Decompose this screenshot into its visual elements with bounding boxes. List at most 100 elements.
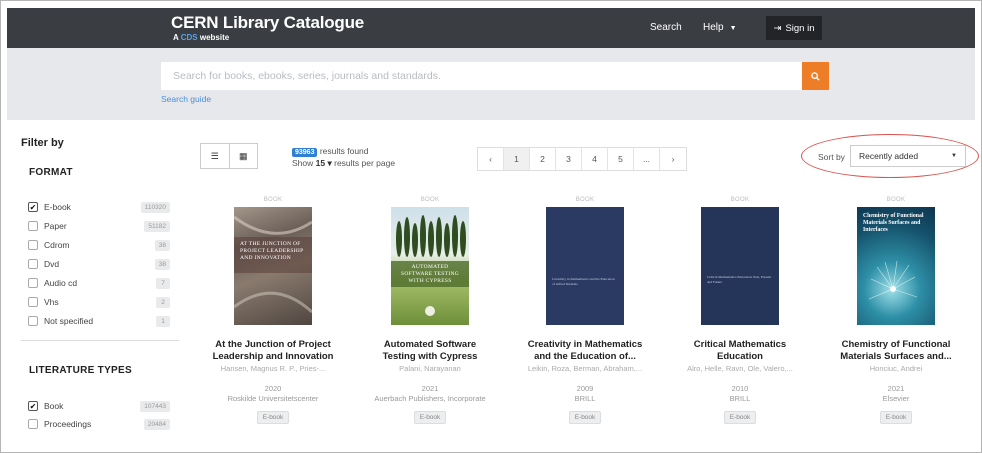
- format-badge: E-book: [723, 411, 757, 424]
- checkbox[interactable]: [28, 278, 38, 288]
- title-line: and the Education of...: [534, 351, 636, 362]
- book-publisher: BRILL: [574, 394, 596, 403]
- site-subtitle: A CDS website: [173, 33, 229, 42]
- book-publisher: Roskilde Universitetscenter: [227, 394, 319, 403]
- book-year: 2021: [421, 384, 439, 393]
- book-year: 2009: [576, 384, 594, 393]
- checkbox-checked[interactable]: ✔: [28, 202, 38, 212]
- book-year: 2020: [264, 384, 282, 393]
- book-kind: BOOK: [420, 197, 440, 203]
- book-card[interactable]: BOOK Creativity in Mathematics and the E…: [512, 197, 658, 424]
- sign-in-label: Sign in: [785, 22, 815, 34]
- book-title[interactable]: Chemistry of Functional Materials Surface…: [823, 339, 969, 363]
- checkbox[interactable]: [28, 316, 38, 326]
- facet-count: 1: [156, 315, 170, 327]
- page-5-button[interactable]: 5: [608, 148, 634, 170]
- page-3-button[interactable]: 3: [556, 148, 582, 170]
- title-line: Chemistry of Functional: [841, 339, 951, 350]
- cds-link[interactable]: CDS: [181, 33, 198, 42]
- title-line: At the Junction of Project: [215, 339, 331, 350]
- annotation-highlight-ring: [801, 134, 979, 178]
- facet-format-ebook[interactable]: ✔ E-book 110320: [28, 200, 170, 214]
- book-cover[interactable]: Critical Mathematics Education: Past, Pr…: [701, 207, 779, 325]
- book-authors: Hansen, Magnus R. P., Pries-...: [220, 364, 326, 373]
- facet-label: Proceedings: [44, 419, 92, 429]
- checkbox[interactable]: [28, 221, 38, 231]
- facet-label: Cdrom: [44, 240, 70, 250]
- book-title[interactable]: Creativity in Mathematics and the Educati…: [512, 339, 658, 363]
- page-1-button[interactable]: 1: [504, 148, 530, 170]
- results-per-page-line: Show 15 ▾ results per page: [292, 158, 395, 169]
- checkbox-checked[interactable]: ✔: [28, 401, 38, 411]
- facet-format-dvd[interactable]: Dvd 38: [28, 257, 170, 271]
- facet-label: Paper: [44, 221, 67, 231]
- book-kind: BOOK: [730, 197, 750, 203]
- grid-view-icon[interactable]: ▦: [228, 144, 258, 168]
- facet-count: 38: [154, 239, 170, 251]
- facet-count: 107443: [140, 400, 170, 412]
- facet-format-paper[interactable]: Paper 51182: [28, 219, 170, 233]
- page-2-button[interactable]: 2: [530, 148, 556, 170]
- facet-format-cdrom[interactable]: Cdrom 38: [28, 238, 170, 252]
- book-authors: Alro, Helle, Ravn, Ole, Valero,...: [687, 364, 793, 373]
- show-label: Show: [292, 158, 314, 168]
- page-ellipsis: ...: [634, 148, 660, 170]
- search-input[interactable]: Search for books, ebooks, series, journa…: [161, 62, 802, 90]
- book-year: 2010: [731, 384, 749, 393]
- nav-help-menu[interactable]: Help ▼: [703, 22, 737, 33]
- book-card[interactable]: BOOK AT THE JUNCTION OF PROJECT LEADERSH…: [200, 197, 346, 424]
- sign-in-button[interactable]: ⇥ Sign in: [766, 16, 822, 40]
- book-cover[interactable]: AT THE JUNCTION OF PROJECT LEADERSHIP AN…: [234, 207, 312, 325]
- book-cover[interactable]: AUTOMATED SOFTWARE TESTING WITH CYPRESS: [391, 207, 469, 325]
- per-page-value: 15: [315, 158, 326, 168]
- book-cover[interactable]: Chemistry of Functional Materials Surfac…: [857, 207, 935, 325]
- search-button[interactable]: [802, 62, 829, 90]
- facet-format-not-specified[interactable]: Not specified 1: [28, 314, 170, 328]
- title-line: Testing with Cypress: [382, 351, 478, 362]
- facet-count: 2: [156, 296, 170, 308]
- site-title[interactable]: CERN Library Catalogue: [171, 13, 364, 33]
- book-title[interactable]: Critical Mathematics Education: [667, 339, 813, 363]
- view-toggle: ☰ ▦: [200, 143, 258, 169]
- book-publisher: Auerbach Publishers, Incorporate: [374, 394, 486, 403]
- book-kind: BOOK: [263, 197, 283, 203]
- book-authors: Honciuc, Andrei: [869, 364, 923, 373]
- facet-count: 7: [156, 277, 170, 289]
- page-4-button[interactable]: 4: [582, 148, 608, 170]
- title-line: Education: [717, 351, 763, 362]
- facet-literature-book[interactable]: ✔ Book 107443: [28, 399, 170, 413]
- page-prev-button[interactable]: ‹: [478, 148, 504, 170]
- book-title[interactable]: At the Junction of Project Leadership and…: [200, 339, 346, 363]
- checkbox[interactable]: [28, 259, 38, 269]
- book-title[interactable]: Automated Software Testing with Cypress: [357, 339, 503, 363]
- book-card[interactable]: BOOK Critical Mathematics Education: Pas…: [667, 197, 813, 424]
- facet-format-vhs[interactable]: Vhs 2: [28, 295, 170, 309]
- facet-label: Book: [44, 401, 64, 411]
- sidebar-divider: [21, 340, 179, 341]
- search-icon: [811, 71, 820, 81]
- per-page-dropdown[interactable]: 15 ▾: [316, 158, 332, 168]
- checkbox[interactable]: [28, 297, 38, 307]
- per-page-suffix: results per page: [334, 158, 396, 168]
- facet-literature-proceedings[interactable]: Proceedings 20484: [28, 417, 170, 431]
- checkbox[interactable]: [28, 419, 38, 429]
- format-badge: E-book: [413, 411, 447, 424]
- book-year: 2021: [887, 384, 905, 393]
- format-badge: E-book: [568, 411, 602, 424]
- book-cover[interactable]: Creativity in Mathematics and the Educat…: [546, 207, 624, 325]
- list-view-icon[interactable]: ☰: [201, 144, 229, 168]
- checkbox[interactable]: [28, 240, 38, 250]
- page-next-button[interactable]: ›: [660, 148, 686, 170]
- cover-title: Creativity in Mathematics and the Educat…: [552, 277, 615, 286]
- facet-count: 38: [154, 258, 170, 270]
- search-guide-link[interactable]: Search guide: [161, 94, 211, 104]
- book-kind: BOOK: [575, 197, 595, 203]
- title-line: Materials Surfaces and...: [840, 351, 952, 362]
- book-card[interactable]: BOOK AUTOMATED SOFTWARE TESTING WITH CYP…: [357, 197, 503, 424]
- nav-search-link[interactable]: Search: [650, 22, 682, 33]
- book-card[interactable]: BOOK Chemistry of Functional Materials S…: [823, 197, 969, 424]
- title-line: Creativity in Mathematics: [527, 339, 643, 350]
- title-line: Leadership and Innovation: [212, 351, 334, 362]
- help-label: Help: [703, 22, 724, 33]
- facet-format-audio-cd[interactable]: Audio cd 7: [28, 276, 170, 290]
